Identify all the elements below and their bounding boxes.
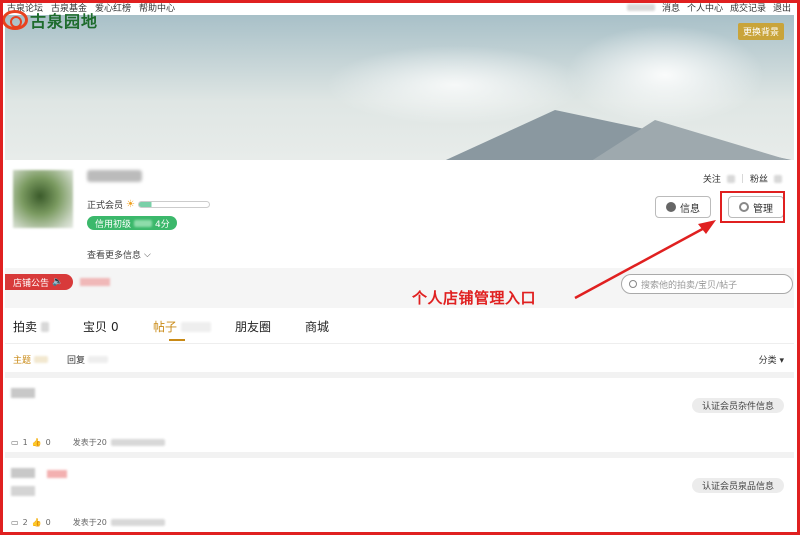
top-link-logout[interactable]: 退出 <box>773 1 791 14</box>
tab-count: 0 <box>111 319 119 334</box>
top-nav-bar: 古泉论坛 古泉基金 爱心红榜 帮助中心 消息 个人中心 成交记录 退出 <box>3 0 797 14</box>
comment-count: 1 <box>22 438 28 447</box>
shop-notice-tag[interactable]: 店铺公告 🔈 <box>5 274 73 290</box>
post-title-masked[interactable] <box>11 468 35 478</box>
tab-count-masked <box>41 321 50 332</box>
post-category-tag[interactable]: 认证会员杂件信息 <box>691 398 784 413</box>
info-button[interactable]: 信息 <box>655 196 711 218</box>
subtab-topics[interactable]: 主题 <box>13 353 49 366</box>
tab-label: 朋友圈 <box>235 320 272 334</box>
sun-icon: ☀ <box>126 199 135 210</box>
chevron-down-icon: ⌵ <box>144 249 151 260</box>
notice-text-masked <box>80 278 110 286</box>
post-date-masked <box>110 439 165 446</box>
subtab-label: 主题 <box>13 356 32 366</box>
profile-banner: 更换背景 <box>5 15 794 160</box>
like-count: 0 <box>45 438 51 447</box>
member-level: 正式会员 ☀ <box>87 198 210 211</box>
top-link-transactions[interactable]: 成交记录 <box>730 1 766 14</box>
profile-card: 正式会员 ☀ 信用初级 4分 查看更多信息 ⌵ 关注 | 粉丝 信息 管理 <box>5 160 794 268</box>
post-date: 发表于20 <box>72 518 107 527</box>
post-subtabs: 主题 回复 分类 ▾ <box>5 344 794 372</box>
comment-icon: ▭ <box>11 438 19 447</box>
annotation-label: 个人店铺管理入口 <box>412 289 537 307</box>
post-meta: ▭ 1 👍 0 发表于20 <box>11 437 165 448</box>
change-background-button[interactable]: 更换背景 <box>737 23 784 40</box>
message-icon <box>666 202 676 212</box>
top-link-charity[interactable]: 爱心红榜 <box>95 1 131 14</box>
logo-coin-icon <box>2 10 28 30</box>
search-placeholder: 搜索他的拍卖/宝贝/帖子 <box>641 280 738 291</box>
tab-label: 宝贝 <box>83 320 108 334</box>
shop-tabs: 拍卖 宝贝 0 帖子 朋友圈 商城 <box>5 310 794 344</box>
shop-search-input[interactable]: 搜索他的拍卖/宝贝/帖子 <box>621 274 793 294</box>
credit-badge: 信用初级 4分 <box>87 216 177 230</box>
post-title-masked <box>11 486 35 496</box>
post-meta: ▭ 2 👍 0 发表于20 <box>11 517 165 528</box>
category-dropdown[interactable]: 分类 ▾ <box>759 353 784 366</box>
follow-count-masked <box>726 174 735 183</box>
tab-auction[interactable]: 拍卖 <box>13 318 50 335</box>
speaker-icon: 🔈 <box>52 277 64 287</box>
tab-mall[interactable]: 商城 <box>305 318 329 335</box>
subtab-count-masked <box>88 356 109 363</box>
subtab-count-masked <box>34 356 49 363</box>
like-count: 0 <box>45 518 51 527</box>
comment-icon: ▭ <box>11 518 19 527</box>
member-progress-bar <box>137 201 210 208</box>
like-icon: 👍 <box>31 438 42 447</box>
subtab-replies[interactable]: 回复 <box>67 353 109 366</box>
sort-label: 分类 <box>758 356 777 366</box>
credit-masked <box>134 219 153 227</box>
username-masked <box>626 3 655 11</box>
follow-label[interactable]: 关注 <box>703 172 721 185</box>
more-info-toggle[interactable]: 查看更多信息 ⌵ <box>87 248 151 262</box>
like-icon: 👍 <box>31 518 42 527</box>
subtab-label: 回复 <box>67 356 86 366</box>
top-link-help[interactable]: 帮助中心 <box>139 1 175 14</box>
tab-label: 商城 <box>305 320 330 334</box>
banner-mountain <box>585 120 794 160</box>
tab-posts[interactable]: 帖子 <box>153 318 212 335</box>
info-button-label: 信息 <box>680 203 700 215</box>
follow-stats: 关注 | 粉丝 <box>703 172 782 185</box>
search-icon <box>629 280 637 288</box>
tab-label: 拍卖 <box>13 320 38 334</box>
post-date: 发表于20 <box>72 438 107 447</box>
more-info-label: 查看更多信息 <box>87 251 142 261</box>
post-item[interactable]: 认证会员泉品信息 ▭ 2 👍 0 发表于20 <box>5 458 794 532</box>
member-label: 正式会员 <box>87 201 124 211</box>
post-title-masked[interactable] <box>11 388 35 398</box>
credit-score: 4分 <box>155 219 170 230</box>
divider: | <box>740 173 744 184</box>
logo-text: 古泉园地 <box>30 12 99 31</box>
active-tab-indicator <box>169 339 185 341</box>
tab-items[interactable]: 宝贝 0 <box>83 318 119 335</box>
fans-count-masked <box>774 174 782 183</box>
tab-count-masked <box>181 321 212 332</box>
top-link-profile[interactable]: 个人中心 <box>687 1 723 14</box>
site-logo[interactable]: 古泉园地 <box>2 8 98 32</box>
fans-label[interactable]: 粉丝 <box>750 172 768 185</box>
top-link-messages[interactable]: 消息 <box>662 1 680 14</box>
manage-highlight-box <box>720 191 785 223</box>
tab-label: 帖子 <box>153 320 178 334</box>
notice-label: 店铺公告 <box>13 278 50 289</box>
comment-count: 2 <box>22 518 28 527</box>
post-title-masked <box>47 470 67 478</box>
post-item[interactable]: 认证会员杂件信息 ▭ 1 👍 0 发表于20 <box>5 378 794 452</box>
tab-friends[interactable]: 朋友圈 <box>235 318 271 335</box>
credit-label: 信用初级 <box>95 219 132 230</box>
shop-name-masked <box>87 170 142 182</box>
avatar[interactable] <box>13 170 73 228</box>
post-date-masked <box>110 519 165 526</box>
notice-strip: 店铺公告 🔈 搜索他的拍卖/宝贝/帖子 <box>5 268 794 308</box>
caret-down-icon: ▾ <box>779 356 784 366</box>
post-category-tag[interactable]: 认证会员泉品信息 <box>691 478 784 493</box>
